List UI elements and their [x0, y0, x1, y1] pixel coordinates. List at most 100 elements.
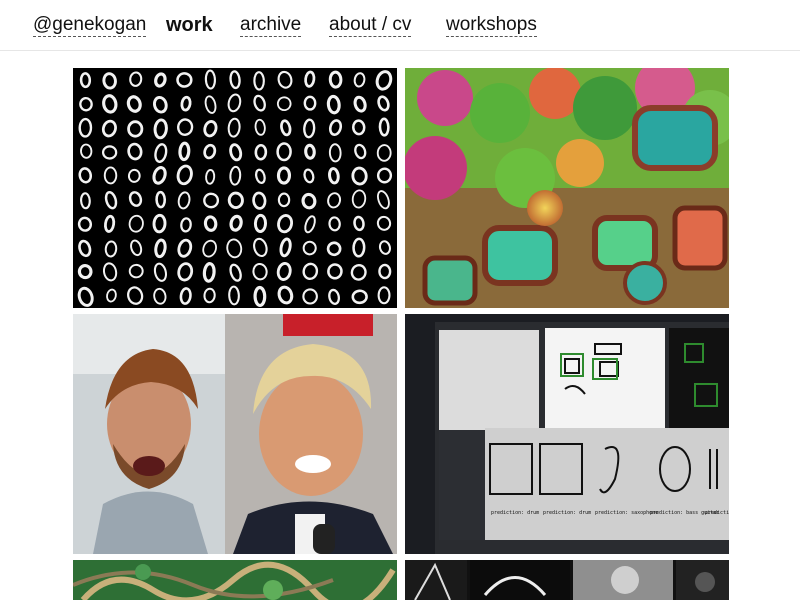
- digit-zero: [276, 142, 292, 162]
- digit-zero: [155, 190, 167, 209]
- digit-zero: [328, 143, 342, 163]
- psychedelic-landscape-icon: [405, 68, 729, 308]
- face-pair-icon: [73, 314, 397, 554]
- digit-zero: [203, 215, 218, 232]
- digit-zero: [127, 142, 143, 161]
- digit-zero: [376, 215, 392, 231]
- digit-zero: [253, 237, 268, 258]
- digit-zero: [352, 237, 366, 258]
- digit-zero: [328, 70, 343, 89]
- digit-zero: [127, 286, 144, 305]
- digit-zero: [328, 119, 343, 136]
- digit-zero: [353, 72, 366, 88]
- digit-zero: [302, 288, 318, 305]
- digit-zero: [128, 191, 143, 207]
- digit-zero: [376, 167, 393, 184]
- digit-zero: [80, 143, 93, 159]
- digit-zero: [326, 241, 342, 257]
- digit-zero: [252, 262, 268, 281]
- digit-zero: [253, 94, 266, 112]
- work-tile-neural-texture[interactable]: [73, 560, 397, 600]
- digit-zero: [229, 143, 243, 162]
- digit-zero: [226, 238, 243, 259]
- digit-zero: [229, 263, 242, 282]
- digit-zero: [328, 167, 340, 185]
- digit-zero: [252, 191, 267, 210]
- digit-zero: [377, 95, 390, 112]
- digit-zero: [304, 143, 316, 160]
- digit-zero: [378, 240, 391, 255]
- digit-zero: [229, 214, 243, 232]
- digit-zero: [228, 285, 240, 306]
- digit-zero: [276, 261, 292, 281]
- work-tile-mnist[interactable]: [73, 68, 397, 308]
- digit-zero: [152, 95, 168, 114]
- drawing-app-screen-icon: prediction: drum prediction: drum predic…: [435, 322, 729, 554]
- digit-zero: [128, 263, 144, 279]
- digit-zero: [326, 94, 341, 115]
- prediction-caption-3: prediction: saxophone: [595, 510, 658, 516]
- digit-zero: [176, 164, 193, 186]
- work-tile-deepdream[interactable]: [405, 68, 729, 308]
- work-tile-face-swap[interactable]: [73, 314, 397, 554]
- digit-zero: [180, 217, 192, 233]
- digit-zero: [351, 189, 367, 209]
- digit-zero: [277, 192, 291, 208]
- digit-zero: [254, 118, 266, 136]
- nav-work-link[interactable]: work: [166, 14, 213, 36]
- digit-zero: [280, 119, 292, 137]
- prediction-caption-5: prediction: [705, 510, 729, 516]
- prediction-caption-2: prediction: drum: [543, 510, 591, 516]
- digit-zero: [378, 117, 390, 137]
- nav-about-link[interactable]: about / cv: [329, 14, 412, 37]
- digit-zero: [229, 165, 242, 186]
- digit-zero: [253, 285, 267, 308]
- video-strip-icon: [405, 560, 729, 600]
- digit-zero: [203, 143, 217, 160]
- digit-zero: [202, 262, 216, 283]
- digit-zero: [78, 167, 93, 184]
- digit-zero: [302, 262, 319, 281]
- digit-zero: [77, 286, 94, 307]
- top-navigation: @genekogan work archive about / cv works…: [0, 0, 800, 51]
- digit-zero: [302, 240, 317, 256]
- digit-zero: [351, 289, 368, 305]
- nav-archive-link[interactable]: archive: [240, 14, 302, 37]
- digit-zero: [203, 192, 220, 209]
- digit-zero: [153, 262, 168, 282]
- digit-zero: [377, 286, 391, 305]
- digit-zero: [102, 72, 117, 90]
- digit-zero: [327, 263, 343, 280]
- work-tile-video-frames[interactable]: [405, 560, 729, 600]
- work-tile-doodle-classifier[interactable]: prediction: drum prediction: drum predic…: [405, 314, 729, 554]
- digit-zero: [179, 287, 192, 305]
- digit-zero: [229, 70, 241, 90]
- digit-zero: [204, 69, 216, 90]
- digit-zero: [254, 168, 266, 185]
- digit-zero: [204, 95, 217, 114]
- digit-zero: [79, 72, 92, 89]
- digit-zero: [128, 214, 144, 233]
- digit-zero: [154, 72, 167, 88]
- digit-zero: [303, 168, 315, 184]
- digit-zero: [227, 191, 244, 210]
- digit-zero: [154, 238, 167, 259]
- digit-zero: [304, 70, 316, 88]
- digit-zero: [377, 190, 390, 210]
- digit-zero: [254, 143, 268, 161]
- digit-zero: [80, 192, 91, 210]
- digit-zero: [202, 239, 217, 258]
- digit-zero: [279, 237, 292, 258]
- digit-zero: [79, 97, 93, 112]
- digit-zero: [104, 240, 118, 258]
- nav-workshops-link[interactable]: workshops: [446, 14, 537, 37]
- digit-zero: [203, 287, 216, 304]
- digit-zero: [205, 168, 216, 185]
- digit-zero: [352, 119, 366, 136]
- nav-home-link[interactable]: @genekogan: [33, 14, 147, 37]
- digit-zero: [227, 93, 242, 113]
- digit-zero: [77, 216, 93, 232]
- digit-zero: [102, 262, 118, 282]
- digit-zero: [328, 288, 341, 305]
- digit-zero: [277, 285, 294, 305]
